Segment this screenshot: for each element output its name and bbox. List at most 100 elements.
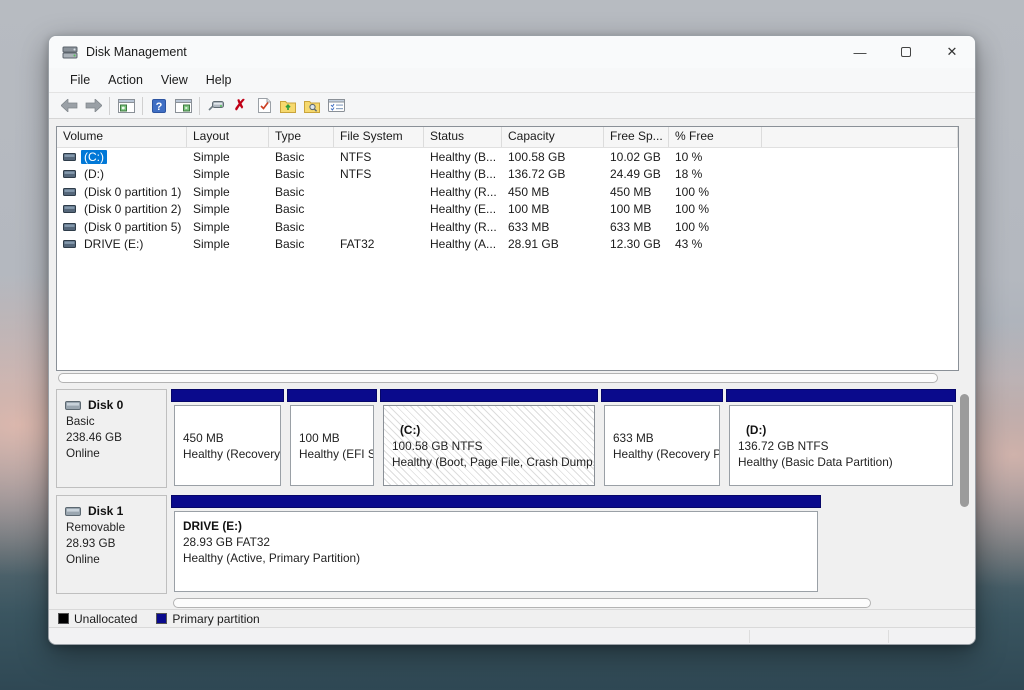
cell-free: 10.02 GB	[604, 148, 669, 166]
window-title: Disk Management	[86, 45, 187, 59]
cell-type: Basic	[269, 218, 334, 236]
volume-icon	[63, 170, 76, 178]
disk0-row: Disk 0 Basic 238.46 GB Online 450 MB Hea…	[56, 389, 956, 488]
open-folder-icon[interactable]	[276, 95, 300, 117]
cell-status: Healthy (A...	[424, 236, 502, 254]
explore-folder-icon[interactable]	[300, 95, 324, 117]
partition-d[interactable]: (D:) 136.72 GB NTFS Healthy (Basic Data …	[726, 389, 956, 488]
volume-name: (D:)	[81, 167, 107, 181]
disk0-partitions: 450 MB Healthy (Recovery 100 MB Healthy …	[171, 389, 956, 488]
cell-fs	[334, 218, 424, 236]
disk-management-icon	[62, 45, 78, 59]
volume-row-disk0-part1[interactable]: (Disk 0 partition 1) Simple Basic Health…	[57, 183, 958, 201]
cell-fs: NTFS	[334, 148, 424, 166]
close-button[interactable]: ✕	[929, 36, 975, 68]
menu-view[interactable]: View	[152, 70, 197, 90]
cell-pct-free: 100 %	[669, 218, 762, 236]
volume-row-drive-e[interactable]: DRIVE (E:) Simple Basic FAT32 Healthy (A…	[57, 236, 958, 254]
partition-color-bar	[171, 389, 284, 402]
forward-icon[interactable]	[81, 95, 105, 117]
cell-layout: Simple	[187, 218, 269, 236]
partition-efi-100mb[interactable]: 100 MB Healthy (EFI S	[287, 389, 377, 488]
partition-c[interactable]: (C:) 100.58 GB NTFS Healthy (Boot, Page …	[380, 389, 598, 488]
commit-changes-icon[interactable]	[252, 95, 276, 117]
column-volume[interactable]: Volume	[57, 127, 187, 147]
disk-status: Online	[66, 447, 166, 460]
cell-layout: Simple	[187, 236, 269, 254]
volume-name: (Disk 0 partition 1)	[81, 185, 184, 199]
disk-size: 28.93 GB	[66, 537, 166, 550]
status-bar	[49, 628, 975, 645]
disk1-row: Disk 1 Removable 28.93 GB Online DRIVE (…	[56, 495, 956, 594]
column-layout[interactable]: Layout	[187, 127, 269, 147]
cell-free: 633 MB	[604, 218, 669, 236]
toolbar-separator	[142, 97, 143, 115]
menu-file[interactable]: File	[61, 70, 99, 90]
cell-fs	[334, 201, 424, 219]
primary-partition-color-swatch	[156, 613, 167, 624]
cell-type: Basic	[269, 201, 334, 219]
cell-status: Healthy (R...	[424, 218, 502, 236]
partition-recovery-450mb[interactable]: 450 MB Healthy (Recovery	[171, 389, 284, 488]
disk-view-vertical-scrollbar[interactable]	[958, 388, 971, 610]
cell-pct-free: 18 %	[669, 166, 762, 184]
cell-status: Healthy (B...	[424, 148, 502, 166]
column-free-space[interactable]: Free Sp...	[604, 127, 669, 147]
cell-pct-free: 10 %	[669, 148, 762, 166]
cell-capacity: 450 MB	[502, 183, 604, 201]
column-status[interactable]: Status	[424, 127, 502, 147]
partition-color-bar	[171, 495, 821, 508]
toolbar: ? ✗	[49, 93, 975, 119]
menu-action[interactable]: Action	[99, 70, 152, 90]
back-icon[interactable]	[57, 95, 81, 117]
cell-capacity: 633 MB	[502, 218, 604, 236]
cell-capacity: 28.91 GB	[502, 236, 604, 254]
show-action-pane-icon[interactable]	[171, 95, 195, 117]
menu-help[interactable]: Help	[197, 70, 241, 90]
partition-color-bar	[601, 389, 723, 402]
disk-name: Disk 1	[88, 504, 123, 518]
cell-type: Basic	[269, 166, 334, 184]
disk-status: Online	[66, 553, 166, 566]
cell-pct-free: 100 %	[669, 183, 762, 201]
column-type[interactable]: Type	[269, 127, 334, 147]
help-icon[interactable]: ?	[147, 95, 171, 117]
volume-icon	[63, 240, 76, 248]
cell-free: 100 MB	[604, 201, 669, 219]
maximize-button[interactable]	[883, 36, 929, 68]
toolbar-separator	[109, 97, 110, 115]
delete-volume-icon[interactable]: ✗	[228, 95, 252, 117]
scrollbar-thumb[interactable]	[173, 598, 871, 608]
partition-color-bar	[380, 389, 598, 402]
volume-list-horizontal-scrollbar[interactable]	[56, 372, 959, 385]
column-pct-free[interactable]: % Free	[669, 127, 762, 147]
scrollbar-thumb[interactable]	[58, 373, 938, 383]
cell-fs: FAT32	[334, 236, 424, 254]
volume-row-c[interactable]: (C:) Simple Basic NTFS Healthy (B... 100…	[57, 148, 958, 166]
maximize-icon	[901, 47, 911, 57]
disk-management-window: Disk Management — ✕ File Action View Hel…	[48, 35, 976, 645]
volume-row-disk0-part5[interactable]: (Disk 0 partition 5) Simple Basic Health…	[57, 218, 958, 236]
toolbar-separator	[199, 97, 200, 115]
scrollbar-thumb[interactable]	[960, 394, 969, 507]
column-file-system[interactable]: File System	[334, 127, 424, 147]
volume-row-disk0-part2[interactable]: (Disk 0 partition 2) Simple Basic Health…	[57, 201, 958, 219]
cell-free: 12.30 GB	[604, 236, 669, 254]
disk1-label[interactable]: Disk 1 Removable 28.93 GB Online	[56, 495, 167, 594]
partition-recovery-633mb[interactable]: 633 MB Healthy (Recovery P	[601, 389, 723, 488]
desktop-background: Disk Management — ✕ File Action View Hel…	[0, 0, 1024, 690]
status-separator	[749, 630, 750, 643]
column-capacity[interactable]: Capacity	[502, 127, 604, 147]
show-console-tree-icon[interactable]	[114, 95, 138, 117]
volume-name: (C:)	[81, 150, 107, 164]
minimize-button[interactable]: —	[837, 36, 883, 68]
disk0-label[interactable]: Disk 0 Basic 238.46 GB Online	[56, 389, 167, 488]
cell-type: Basic	[269, 236, 334, 254]
volume-row-d[interactable]: (D:) Simple Basic NTFS Healthy (B... 136…	[57, 166, 958, 184]
cell-status: Healthy (E...	[424, 201, 502, 219]
partition-color-bar	[726, 389, 956, 402]
properties-list-icon[interactable]	[324, 95, 348, 117]
rescan-disks-icon[interactable]	[204, 95, 228, 117]
volume-name: (Disk 0 partition 2)	[81, 202, 184, 216]
partition-drive-e[interactable]: DRIVE (E:) 28.93 GB FAT32 Healthy (Activ…	[171, 495, 821, 594]
